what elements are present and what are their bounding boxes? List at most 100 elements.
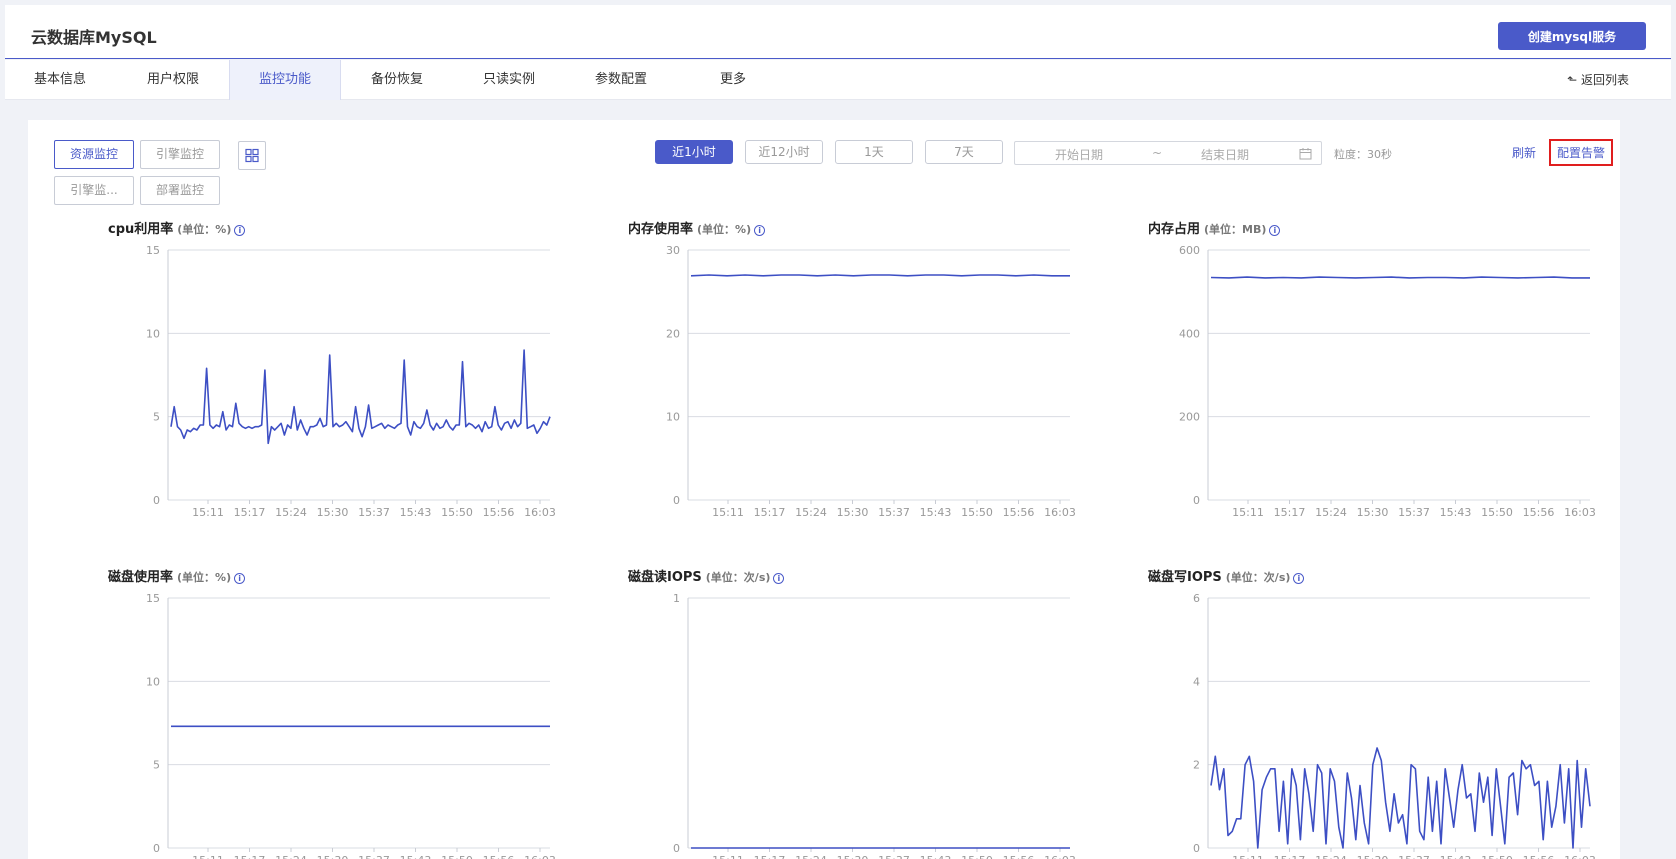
date-range-picker[interactable]: 开始日期 ~ 结束日期 [1014,141,1322,165]
chart-title-text: 磁盘使用率 [108,570,174,585]
back-to-list-link[interactable]: ⬑ 返回列表 [1567,60,1629,100]
back-arrow-icon: ⬑ [1567,73,1578,87]
y-tick-label: 4 [1193,675,1200,688]
x-tick-label: 15:24 [275,506,307,519]
back-to-list-label: 返回列表 [1580,73,1629,87]
y-tick-label: 6 [1193,592,1200,605]
y-tick-label: 0 [1193,494,1200,507]
x-tick-label: 15:56 [483,506,515,519]
chart-unit: (单位：次/s) [1225,571,1291,584]
tab-basic-info[interactable]: 基本信息 [5,60,115,100]
info-icon[interactable]: i [234,573,246,584]
x-tick-label: 15:24 [1315,506,1347,519]
monitor-panel: 资源监控 引擎监控 引擎监... 部署监控 近1小时 近12小时 1天 7天 开… [28,120,1620,859]
y-tick-label: 0 [673,842,680,855]
tab-backup-restore[interactable]: 备份恢复 [341,60,453,100]
x-tick-label: 15:43 [920,854,952,859]
x-tick-label: 15:56 [1523,854,1555,859]
range-7d-button[interactable]: 7天 [925,140,1003,164]
x-tick-label: 15:11 [1232,854,1264,859]
x-tick-label: 15:43 [1440,854,1472,859]
x-tick-label: 15:43 [400,854,432,859]
range-1h-button[interactable]: 近1小时 [655,140,733,164]
info-icon[interactable]: i [1293,573,1305,584]
chart-title: 磁盘使用率 (单位：%) i [108,566,246,585]
x-tick-label: 15:43 [920,506,952,519]
grid-layout-button[interactable] [238,141,266,170]
x-tick-label: 15:56 [1523,506,1555,519]
tab-more[interactable]: 更多 [677,60,789,100]
engine-monitor-button[interactable]: 引擎监控 [140,140,220,169]
x-tick-label: 15:50 [441,506,473,519]
chart-unit: (单位：%) [177,571,232,584]
x-tick-label: 15:50 [1481,506,1513,519]
configure-alarm-button[interactable]: 配置告警 [1549,139,1613,166]
x-tick-label: 16:03 [1044,506,1076,519]
x-tick-label: 15:37 [878,506,910,519]
range-1d-button[interactable]: 1天 [835,140,913,164]
y-tick-label: 5 [153,759,160,772]
chart-unit: (单位：%) [177,223,232,236]
x-tick-label: 15:30 [837,506,869,519]
range-12h-button[interactable]: 近12小时 [745,140,823,164]
start-date-input[interactable]: 开始日期 [1055,146,1103,163]
info-icon[interactable]: i [234,225,246,236]
y-tick-label: 600 [1179,244,1200,257]
engine-monitor-2-button[interactable]: 引擎监... [54,176,134,205]
deploy-monitor-button[interactable]: 部署监控 [140,176,220,205]
page-title: 云数据库MySQL [31,28,157,47]
end-date-input[interactable]: 结束日期 [1201,146,1249,163]
tab-read-only-instance[interactable]: 只读实例 [453,60,565,100]
x-tick-label: 15:30 [837,854,869,859]
line-chart: 0 5 10 15 15:11 15:17 15:24 15:30 15:37 15:43 15:5… [146,244,556,519]
x-tick-label: 15:30 [317,506,349,519]
chart-unit: (单位：%) [697,223,752,236]
y-tick-label: 0 [1193,842,1200,855]
chart-title: 内存占用 (单位：MB) i [1148,218,1281,237]
x-tick-label: 15:17 [1274,854,1306,859]
info-icon[interactable]: i [773,573,785,584]
chart-title-text: cpu利用率 [108,222,174,237]
info-icon[interactable]: i [754,225,766,236]
y-tick-label: 5 [153,411,160,424]
line-chart: 0 2 4 6 15:11 15:17 15:24 15:30 15:37 15:43 15:50 1… [1193,592,1596,859]
x-tick-label: 15:56 [1003,506,1035,519]
x-tick-label: 16:03 [1044,854,1076,859]
refresh-button[interactable]: 刷新 [1512,144,1536,161]
line-chart: 0 200 400 600 15:11 15:17 15:24 15:30 15:37 15:43… [1179,244,1596,519]
x-tick-label: 15:17 [754,506,786,519]
x-tick-label: 15:56 [1003,854,1035,859]
chart-title: 磁盘写IOPS (单位：次/s) i [1148,566,1305,585]
x-tick-label: 15:37 [1398,854,1430,859]
x-tick-label: 15:50 [441,854,473,859]
x-tick-label: 15:56 [483,854,515,859]
x-tick-label: 15:24 [275,854,307,859]
tab-user-permissions[interactable]: 用户权限 [117,60,229,100]
tab-monitoring[interactable]: 监控功能 [229,60,341,100]
x-tick-label: 16:03 [1564,506,1596,519]
x-tick-label: 15:37 [878,854,910,859]
x-tick-label: 15:30 [1357,506,1389,519]
x-tick-label: 15:17 [234,506,266,519]
series-line [170,349,551,445]
y-tick-label: 15 [146,592,160,605]
info-icon[interactable]: i [1269,225,1281,236]
tab-parameter-config[interactable]: 参数配置 [565,60,677,100]
x-tick-label: 15:11 [1232,506,1264,519]
calendar-icon [1299,148,1312,160]
x-tick-label: 15:30 [317,854,349,859]
y-tick-label: 400 [1179,327,1200,340]
y-tick-label: 0 [153,842,160,855]
x-tick-label: 15:24 [795,506,827,519]
y-tick-label: 2 [1193,759,1200,772]
chart-unit: (单位：MB) [1204,223,1267,236]
x-tick-label: 15:11 [712,854,744,859]
chart-title-text: 内存占用 [1148,222,1201,237]
tab-bar: 基本信息 用户权限 监控功能 备份恢复 只读实例 参数配置 更多 ⬑ 返回列表 [5,60,1671,100]
x-tick-label: 15:11 [192,854,224,859]
resource-monitor-button[interactable]: 资源监控 [54,140,134,169]
create-mysql-service-button[interactable]: 创建mysql服务 [1498,22,1646,50]
line-chart: 0 1 15:11 15:17 15:24 15:30 15:37 15:43 15:50 15:… [673,592,1076,859]
x-tick-label: 15:50 [961,854,993,859]
granularity-label: 粒度：30秒 [1334,148,1392,161]
